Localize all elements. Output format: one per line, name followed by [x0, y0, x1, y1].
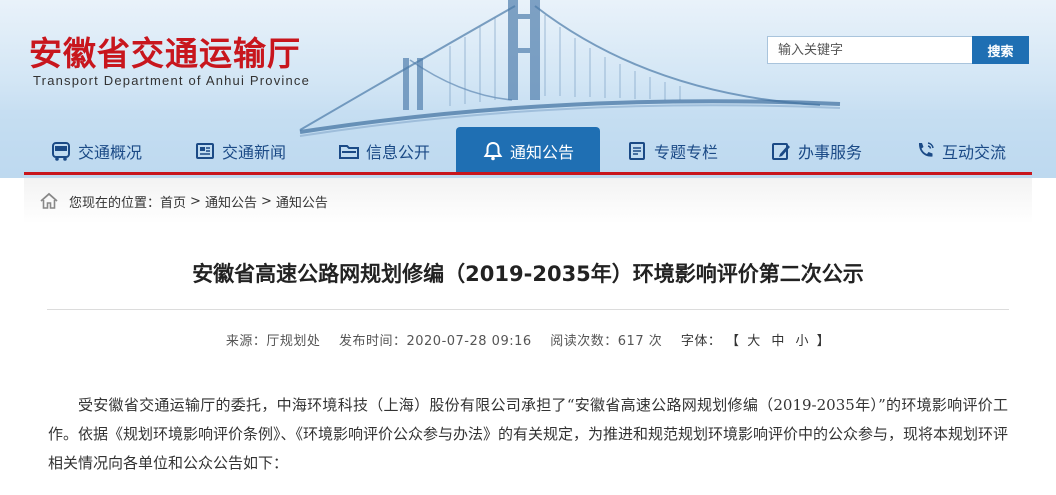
edit-icon — [771, 143, 790, 160]
nav-item-label: 信息公开 — [365, 143, 430, 162]
nav-item-interaction[interactable]: 互动交流 — [888, 127, 1032, 173]
breadcrumb-home-link[interactable]: 首页 — [160, 192, 186, 211]
nav-item-traffic-news[interactable]: 交通新闻 — [168, 127, 312, 173]
font-bracket-close: 】 — [816, 334, 831, 349]
newspaper-icon — [195, 143, 214, 159]
article-body: 受安徽省交通运输厅的委托，中海环境科技（上海）股份有限公司承担了“安徽省高速公路… — [48, 396, 1009, 472]
font-bracket-open: 【 — [726, 334, 740, 349]
article-source: 来源：厅规划处 — [225, 334, 321, 349]
nav-item-announcements[interactable]: 通知公告 — [456, 127, 600, 173]
nav-item-label: 互动交流 — [941, 143, 1006, 162]
nav-item-special-topics[interactable]: 专题专栏 — [600, 127, 744, 173]
font-small-button[interactable]: 小 — [796, 334, 810, 349]
font-size-label: 字体： — [680, 334, 722, 349]
article-publish-time: 发布时间：2020-07-28 09:16 — [338, 334, 532, 349]
site-logo-title[interactable]: 安徽省交通运输厅 — [29, 27, 301, 75]
breadcrumb-prefix: 您现在的位置： — [69, 195, 161, 211]
breadcrumb: 您现在的位置： 首页 > 通知公告 > 通知公告 — [24, 178, 1032, 224]
nav-item-label: 通知公告 — [509, 143, 574, 162]
nav-item-info-disclosure[interactable]: 信息公开 — [312, 127, 456, 173]
search-input[interactable] — [767, 36, 972, 64]
article-views: 阅读次数：617 次 — [550, 334, 663, 349]
site-logo-subtitle: Transport Department of Anhui Province — [33, 73, 311, 88]
article-title: 安徽省高速公路网规划修编（2019-2035年）环境影响评价第二次公示 — [192, 262, 864, 286]
nav-item-label: 办事服务 — [797, 143, 862, 162]
font-large-button[interactable]: 大 — [747, 334, 761, 349]
bus-icon — [51, 142, 70, 161]
nav-item-label: 交通概况 — [77, 143, 142, 162]
nav-item-services[interactable]: 办事服务 — [744, 127, 888, 173]
phone-icon — [918, 142, 934, 157]
title-divider — [47, 309, 1009, 310]
nav-item-label: 交通新闻 — [221, 143, 286, 162]
folder-icon — [338, 145, 359, 159]
nav-underline — [24, 172, 1032, 175]
document-icon — [628, 142, 645, 160]
bell-icon — [483, 141, 503, 161]
nav-item-label: 专题专栏 — [653, 143, 718, 162]
article-meta: 来源：厅规划处 发布时间：2020-07-28 09:16 阅读次数：617 次… — [0, 330, 1056, 349]
breadcrumb-separator: > — [260, 193, 272, 209]
nav-item-traffic-overview[interactable]: 交通概况 — [24, 127, 168, 173]
breadcrumb-announcements-link[interactable]: 通知公告 — [205, 192, 257, 211]
breadcrumb-current-link[interactable]: 通知公告 — [276, 192, 328, 211]
font-size-control: 字体： 【 大 中 小 】 — [681, 334, 830, 349]
home-icon — [40, 192, 58, 209]
search-box: 搜索 — [767, 36, 1029, 64]
main-nav: 交通概况 交通新闻 信息公开 通知公告 专题专栏 办事服务 互动交流 — [24, 127, 1032, 173]
search-button[interactable]: 搜索 — [971, 36, 1029, 64]
breadcrumb-separator: > — [190, 193, 201, 209]
font-medium-button[interactable]: 中 — [771, 334, 785, 349]
